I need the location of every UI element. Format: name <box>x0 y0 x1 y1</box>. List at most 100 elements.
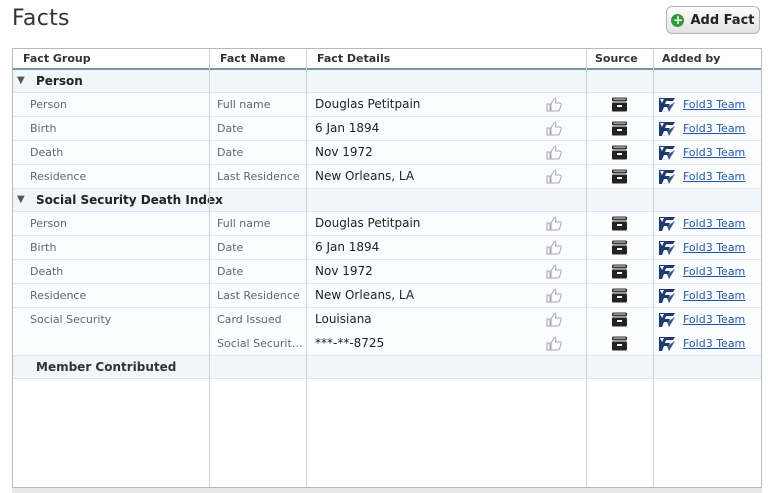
fold3-logo-icon <box>658 121 676 137</box>
fact-group-row[interactable]: ▼ Social Security Death Index <box>13 189 761 212</box>
added-by-link[interactable]: Fold3 Team <box>683 236 745 259</box>
fact-row: Person Full name Douglas Petitpain Fold3 Te… <box>13 93 761 117</box>
triangle-down-icon[interactable]: ▼ <box>17 75 25 86</box>
fold3-logo-icon <box>658 312 676 328</box>
add-fact-label: Add Fact <box>690 12 755 28</box>
fact-name-cell: Full name <box>217 217 271 230</box>
fact-group-cell <box>30 332 210 355</box>
added-by-link[interactable]: Fold3 Team <box>683 93 745 116</box>
fact-group-cell: Social Security <box>30 313 112 326</box>
add-fact-button[interactable]: + Add Fact <box>666 6 760 34</box>
header-fact-name[interactable]: Fact Name <box>210 49 306 68</box>
fold3-logo-icon <box>658 169 676 185</box>
added-by-link[interactable]: Fold3 Team <box>683 332 745 355</box>
fact-group-cell: Death <box>30 146 64 159</box>
fold3-logo-icon <box>658 264 676 280</box>
thumbs-up-icon[interactable] <box>546 121 562 136</box>
fact-name-cell: Last Residence <box>217 289 300 302</box>
file-drawer-icon[interactable] <box>611 240 628 255</box>
fold3-logo-icon <box>658 288 676 304</box>
file-drawer-icon[interactable] <box>611 312 628 327</box>
added-by-link[interactable]: Fold3 Team <box>683 141 745 164</box>
added-by-link[interactable]: Fold3 Team <box>683 212 745 235</box>
fold3-logo-icon <box>658 97 676 113</box>
fact-group-title: Social Security Death Index <box>36 193 223 207</box>
file-drawer-icon[interactable] <box>611 336 628 351</box>
column-divider <box>209 49 210 487</box>
file-drawer-icon[interactable] <box>611 264 628 279</box>
member-contributed-row: Member Contributed <box>13 356 761 379</box>
table-footer-bar <box>12 488 762 493</box>
fact-detail-cell: Douglas Petitpain <box>315 216 421 230</box>
facts-table: Fact Group Fact Name Fact Details Source… <box>12 48 762 488</box>
column-divider <box>586 49 587 487</box>
fact-group-cell: Birth <box>30 122 57 135</box>
added-by-link[interactable]: Fold3 Team <box>683 260 745 283</box>
fact-group-cell: Residence <box>30 170 87 183</box>
fact-group-row[interactable]: ▼ Person <box>13 70 761 93</box>
fact-detail-cell: ***-**-8725 <box>315 336 385 350</box>
fact-name-cell: Last Residence <box>217 170 300 183</box>
thumbs-up-icon[interactable] <box>546 312 562 327</box>
fact-group-cell: Person <box>30 98 67 111</box>
fact-row: Birth Date 6 Jan 1894 Fold3 Team <box>13 117 761 141</box>
added-by-link[interactable]: Fold3 Team <box>683 308 745 331</box>
fact-row: Death Date Nov 1972 Fold3 Team <box>13 141 761 165</box>
added-by-link[interactable]: Fold3 Team <box>683 117 745 140</box>
fact-detail-cell: 6 Jan 1894 <box>315 240 380 254</box>
fact-group-cell: Person <box>30 217 67 230</box>
fact-detail-cell: New Orleans, LA <box>315 169 415 183</box>
fact-row: Residence Last Residence New Orleans, LA Fo… <box>13 284 761 308</box>
fact-group-cell: Birth <box>30 241 57 254</box>
fact-detail-cell: Nov 1972 <box>315 145 373 159</box>
fact-name-cell: Date <box>217 265 244 278</box>
fold3-logo-icon <box>658 145 676 161</box>
fact-name-cell: Date <box>217 241 244 254</box>
member-contributed-title: Member Contributed <box>36 360 177 374</box>
column-divider <box>653 49 654 487</box>
file-drawer-icon[interactable] <box>611 145 628 160</box>
file-drawer-icon[interactable] <box>611 121 628 136</box>
thumbs-up-icon[interactable] <box>546 240 562 255</box>
table-header: Fact Group Fact Name Fact Details Source… <box>13 49 761 70</box>
fact-row: Birth Date 6 Jan 1894 Fold3 Team <box>13 236 761 260</box>
header-source[interactable]: Source <box>587 49 653 68</box>
thumbs-up-icon[interactable] <box>546 97 562 112</box>
file-drawer-icon[interactable] <box>611 216 628 231</box>
fact-detail-cell: 6 Jan 1894 <box>315 121 380 135</box>
fold3-logo-icon <box>658 216 676 232</box>
fact-row: Residence Last Residence New Orleans, LA Fo… <box>13 165 761 189</box>
thumbs-up-icon[interactable] <box>546 336 562 351</box>
fact-name-cell: Date <box>217 146 244 159</box>
fact-detail-cell: Nov 1972 <box>315 264 373 278</box>
fact-detail-cell: New Orleans, LA <box>315 288 415 302</box>
thumbs-up-icon[interactable] <box>546 288 562 303</box>
header-added-by[interactable]: Added by <box>654 49 761 68</box>
thumbs-up-icon[interactable] <box>546 145 562 160</box>
fact-row: Social Security Card Issued Louisiana Fold3… <box>13 308 761 331</box>
fact-name-cell: Card Issued <box>217 313 282 326</box>
fact-group-title: Person <box>36 74 83 88</box>
thumbs-up-icon[interactable] <box>546 216 562 231</box>
header-fact-details[interactable]: Fact Details <box>307 49 586 68</box>
file-drawer-icon[interactable] <box>611 97 628 112</box>
added-by-link[interactable]: Fold3 Team <box>683 165 745 188</box>
column-divider <box>306 49 307 487</box>
page-title: Facts <box>12 6 70 31</box>
file-drawer-icon[interactable] <box>611 169 628 184</box>
thumbs-up-icon[interactable] <box>546 264 562 279</box>
fact-detail-cell: Louisiana <box>315 312 372 326</box>
fact-group-cell: Death <box>30 265 64 278</box>
fact-row: Social Security... ***-**-8725 Fold3 Team <box>13 332 761 356</box>
thumbs-up-icon[interactable] <box>546 169 562 184</box>
fold3-logo-icon <box>658 240 676 256</box>
file-drawer-icon[interactable] <box>611 288 628 303</box>
added-by-link[interactable]: Fold3 Team <box>683 284 745 307</box>
fact-name-cell: Full name <box>217 98 271 111</box>
fact-group-cell: Residence <box>30 289 87 302</box>
triangle-down-icon[interactable]: ▼ <box>17 194 25 205</box>
fact-name-cell: Date <box>217 122 244 135</box>
fact-detail-cell: Douglas Petitpain <box>315 97 421 111</box>
header-fact-group[interactable]: Fact Group <box>13 49 209 68</box>
fact-name-cell: Social Security... <box>217 337 307 350</box>
